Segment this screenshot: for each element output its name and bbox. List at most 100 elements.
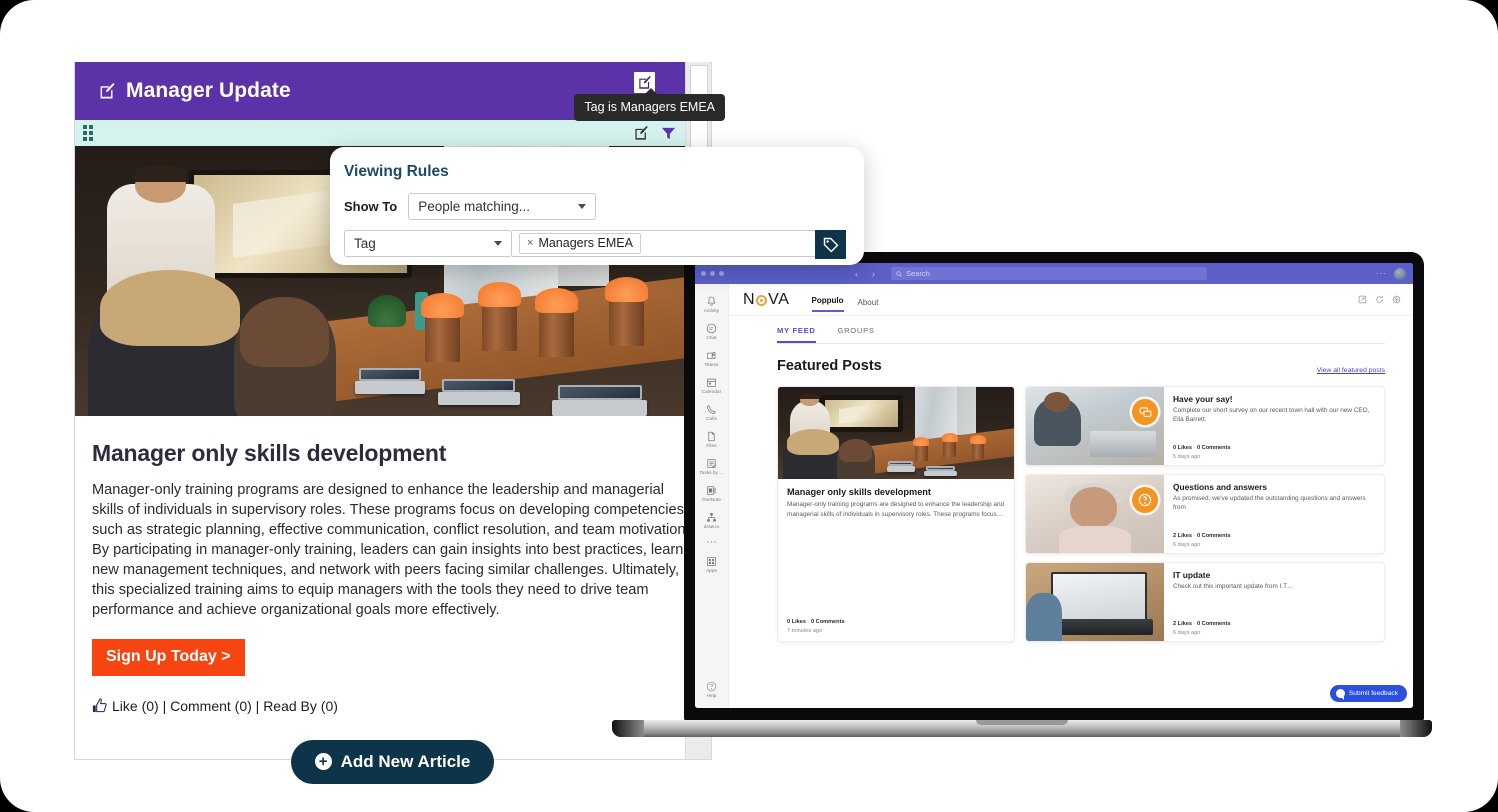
post-thumbnail <box>1026 563 1164 641</box>
stats-separator: · <box>807 619 810 625</box>
sidebar-item-files[interactable]: Files <box>706 431 717 448</box>
more-icon <box>707 541 716 543</box>
list-item[interactable]: Have your say! Complete our short survey… <box>1025 386 1385 466</box>
tag-chip: × Managers EMEA <box>519 233 641 254</box>
post-title: Have your say! <box>1173 394 1233 404</box>
forward-icon[interactable]: › <box>872 269 875 279</box>
filter-funnel-icon[interactable] <box>661 126 676 141</box>
edit-widget-icon[interactable] <box>634 125 649 141</box>
likes-count: 0 Likes <box>1173 445 1192 451</box>
stats-separator: · <box>1193 621 1196 627</box>
submit-feedback-button[interactable]: Submit feedback <box>1329 685 1407 702</box>
page-title: Manager Update <box>126 79 291 102</box>
overflow-menu-icon[interactable]: ··· <box>1376 269 1387 278</box>
sidebar-item-chat[interactable]: Chat <box>706 323 717 340</box>
add-new-article-label: Add New Article <box>340 751 471 771</box>
nova-logo: N VA <box>743 291 790 309</box>
featured-post-stats: 0 Likes · 0 Comments <box>787 619 1005 625</box>
sidebar-item-drawio[interactable]: draw.io <box>704 512 719 529</box>
tag-icon <box>823 237 838 252</box>
submit-feedback-label: Submit feedback <box>1348 690 1398 697</box>
view-all-featured-link[interactable]: View all featured posts <box>1317 367 1385 374</box>
likes-count: 2 Likes <box>1173 533 1192 539</box>
tab-about[interactable]: About <box>858 298 879 312</box>
tab-poppulo[interactable]: Poppulo <box>811 296 844 312</box>
teams-icon <box>706 351 716 359</box>
featured-post-card[interactable]: Manager only skills development Manager-… <box>777 386 1015 642</box>
drawio-icon <box>707 513 716 522</box>
subtab-groups[interactable]: GROUPS <box>838 326 875 343</box>
show-to-value: People matching... <box>418 199 531 214</box>
post-title: Questions and answers <box>1173 482 1268 492</box>
nova-app: N VA Poppulo About MY FEED GROUPS Featur… <box>729 284 1413 708</box>
subtab-my-feed[interactable]: MY FEED <box>777 326 816 343</box>
window-controls[interactable] <box>701 271 724 276</box>
search-icon <box>896 270 902 277</box>
bell-icon <box>707 296 716 306</box>
sidebar-label: Chat <box>706 335 717 340</box>
apps-icon <box>706 556 717 567</box>
nav-arrows[interactable]: ‹ › <box>855 269 875 279</box>
sidebar-label: Help <box>706 693 717 698</box>
tasks-icon <box>707 458 716 469</box>
sidebar-item-apps[interactable]: Apps <box>706 556 717 573</box>
settings-icon[interactable] <box>1392 295 1401 304</box>
sign-up-button[interactable]: Sign Up Today > <box>92 638 245 676</box>
likes-count: 2 Likes <box>1173 621 1192 627</box>
show-to-select[interactable]: People matching... <box>408 193 597 220</box>
teams-window: ‹ › Search ··· Activity Chat Teams Calen… <box>695 263 1413 708</box>
comments-count: 0 Comments <box>1196 621 1231 627</box>
criteria-value: Tag <box>354 236 376 251</box>
back-icon[interactable]: ‹ <box>855 269 858 279</box>
featured-post-title: Manager only skills development <box>787 487 931 497</box>
criteria-select[interactable]: Tag <box>344 230 512 257</box>
sidebar-item-help[interactable]: Help <box>706 681 717 698</box>
featured-post-thumbnail <box>778 387 1014 479</box>
phone-icon <box>707 405 716 414</box>
drag-handle-icon[interactable] <box>83 125 93 141</box>
post-time: 5 days ago <box>1173 454 1201 460</box>
chat-bubble-icon <box>1335 689 1345 700</box>
calendar-icon <box>706 378 716 388</box>
stats-separator: · <box>1193 445 1196 451</box>
sidebar-label: Calendar <box>701 389 722 394</box>
nova-subtabs: MY FEED GROUPS <box>729 316 1413 343</box>
laptop-mockup: ‹ › Search ··· Activity Chat Teams Calen… <box>612 252 1432 737</box>
sidebar-label: Tasks by ... <box>699 470 724 475</box>
post-excerpt: As promised, we've updated the outstandi… <box>1173 495 1366 512</box>
list-item[interactable]: Questions and answers As promised, we've… <box>1025 474 1385 554</box>
teams-search-box[interactable]: Search <box>891 267 1207 280</box>
tag-tooltip: Tag is Managers EMEA <box>574 88 725 121</box>
chevron-down-icon <box>494 241 502 246</box>
sidebar-item-teams[interactable]: Teams <box>704 350 718 367</box>
sidebar-item-more[interactable] <box>706 539 717 546</box>
question-mark-icon <box>1132 487 1158 513</box>
list-item[interactable]: IT update Check out this important updat… <box>1025 562 1385 642</box>
stats-separator: · <box>1193 533 1196 539</box>
avatar[interactable] <box>1394 267 1406 280</box>
post-excerpt: Check out this important update from I.T… <box>1173 583 1294 590</box>
post-time: 6 days ago <box>1173 542 1201 548</box>
sidebar-item-activity[interactable]: Activity <box>704 296 719 313</box>
popout-icon[interactable] <box>1358 295 1367 304</box>
chip-remove-icon[interactable]: × <box>527 237 533 249</box>
post-stats: 2 Likes · 0 Comments <box>1173 621 1375 627</box>
tag-value-input[interactable]: × Managers EMEA <box>512 230 816 257</box>
apply-tag-button[interactable] <box>815 230 846 259</box>
post-thumbnail <box>1026 387 1164 465</box>
sidebar-item-onenote[interactable]: OneNote <box>702 485 721 502</box>
sidebar-item-calendar[interactable]: Calendar <box>702 377 721 394</box>
sidebar-label: Files <box>706 443 717 448</box>
featured-posts-header: Featured Posts View all featured posts <box>729 344 1413 374</box>
speech-bubbles-icon <box>1132 399 1158 425</box>
comments-count: 0 Comments <box>1196 445 1231 451</box>
nova-logo-o-icon <box>756 295 768 306</box>
comments-count: 0 Comments <box>1196 533 1231 539</box>
sidebar-item-calls[interactable]: Calls <box>706 404 717 421</box>
refresh-icon[interactable] <box>1375 295 1384 304</box>
add-new-article-button[interactable]: + Add New Article <box>290 739 495 784</box>
laptop-base <box>612 720 1432 737</box>
sidebar-item-tasks[interactable]: Tasks by ... <box>699 458 723 475</box>
featured-posts-title: Featured Posts <box>777 358 882 374</box>
post-time: 6 days ago <box>1173 630 1201 636</box>
